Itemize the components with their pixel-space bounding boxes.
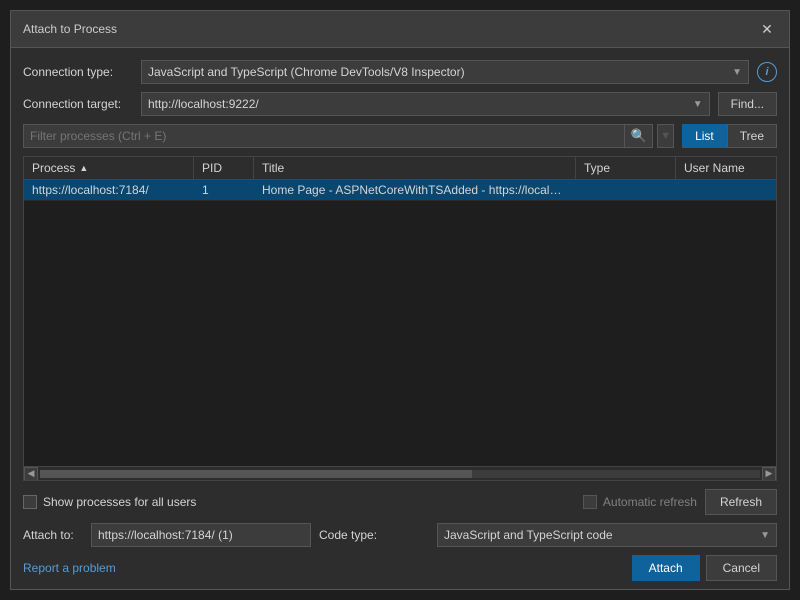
report-problem-link[interactable]: Report a problem — [23, 561, 116, 575]
cancel-button[interactable]: Cancel — [706, 555, 777, 581]
cell-title: Home Page - ASPNetCoreWithTSAdded - http… — [254, 180, 576, 200]
connection-type-value: JavaScript and TypeScript (Chrome DevToo… — [148, 65, 728, 79]
bottom-row3: Report a problem Attach Cancel — [23, 555, 777, 581]
cell-username — [676, 187, 776, 193]
view-toggle: List Tree — [682, 124, 777, 148]
auto-refresh-checkbox-label[interactable]: Automatic refresh — [583, 495, 697, 509]
info-icon[interactable]: i — [757, 62, 777, 82]
title-bar: Attach to Process ✕ — [11, 11, 789, 48]
tree-view-button[interactable]: Tree — [727, 124, 777, 148]
process-table: Process ▲ PID Title Type User Name — [23, 156, 777, 481]
column-header-process[interactable]: Process ▲ — [24, 157, 194, 179]
list-view-button[interactable]: List — [682, 124, 727, 148]
scroll-track[interactable] — [40, 470, 760, 478]
column-header-username[interactable]: User Name — [676, 157, 776, 179]
filter-dropdown-btn[interactable]: ▼ — [657, 124, 674, 148]
show-all-users-checkbox[interactable] — [23, 495, 37, 509]
connection-target-value: http://localhost:9222/ — [148, 97, 689, 111]
cell-process: https://localhost:7184/ — [24, 180, 194, 200]
code-type-value: JavaScript and TypeScript code — [444, 528, 613, 542]
connection-target-label: Connection target: — [23, 97, 133, 111]
sort-asc-icon: ▲ — [79, 163, 88, 173]
column-username-label: User Name — [684, 161, 745, 175]
column-pid-label: PID — [202, 161, 222, 175]
bottom-section: Show processes for all users Automatic r… — [11, 481, 789, 589]
column-header-type[interactable]: Type — [576, 157, 676, 179]
table-row[interactable]: https://localhost:7184/ 1 Home Page - AS… — [24, 180, 776, 201]
connection-target-combo[interactable]: http://localhost:9222/ ▼ — [141, 92, 710, 116]
chevron-down-icon-3: ▼ — [760, 530, 770, 541]
close-button[interactable]: ✕ — [757, 19, 777, 39]
auto-refresh-label: Automatic refresh — [603, 495, 697, 509]
search-icon[interactable]: 🔍 — [625, 124, 653, 148]
cell-type — [576, 187, 676, 193]
connection-type-label: Connection type: — [23, 65, 133, 79]
column-process-label: Process — [32, 161, 75, 175]
dialog-title: Attach to Process — [23, 22, 117, 36]
horizontal-scrollbar[interactable]: ◀ ▶ — [24, 466, 776, 480]
process-table-wrapper: Process ▲ PID Title Type User Name — [23, 156, 777, 481]
dialog-content: Connection type: JavaScript and TypeScri… — [11, 48, 789, 481]
attach-to-input[interactable] — [91, 523, 311, 547]
column-header-title[interactable]: Title — [254, 157, 576, 179]
bottom-row2: Attach to: Code type: JavaScript and Typ… — [23, 523, 777, 547]
cell-pid: 1 — [194, 180, 254, 200]
attach-to-label: Attach to: — [23, 528, 83, 542]
show-all-users-label: Show processes for all users — [43, 495, 196, 509]
attach-to-process-dialog: Attach to Process ✕ Connection type: Jav… — [10, 10, 790, 590]
filter-input[interactable] — [23, 124, 625, 148]
auto-refresh-checkbox[interactable] — [583, 495, 597, 509]
action-buttons: Attach Cancel — [632, 555, 777, 581]
scroll-thumb[interactable] — [40, 470, 472, 478]
column-type-label: Type — [584, 161, 610, 175]
connection-type-combo[interactable]: JavaScript and TypeScript (Chrome DevToo… — [141, 60, 749, 84]
scroll-left-arrow[interactable]: ◀ — [24, 467, 38, 481]
column-header-pid[interactable]: PID — [194, 157, 254, 179]
connection-type-row: Connection type: JavaScript and TypeScri… — [23, 60, 777, 84]
chevron-down-icon: ▼ — [732, 67, 742, 78]
column-title-label: Title — [262, 161, 284, 175]
code-type-select[interactable]: JavaScript and TypeScript code ▼ — [437, 523, 777, 547]
connection-target-row: Connection target: http://localhost:9222… — [23, 92, 777, 116]
table-body: https://localhost:7184/ 1 Home Page - AS… — [24, 180, 776, 466]
attach-button[interactable]: Attach — [632, 555, 700, 581]
refresh-button[interactable]: Refresh — [705, 489, 777, 515]
show-all-users-checkbox-label[interactable]: Show processes for all users — [23, 495, 196, 509]
table-header: Process ▲ PID Title Type User Name — [24, 157, 776, 180]
code-type-label: Code type: — [319, 528, 429, 542]
filter-row: 🔍 ▼ — [23, 124, 674, 148]
bottom-row1: Show processes for all users Automatic r… — [23, 489, 777, 515]
chevron-down-icon-2: ▼ — [693, 99, 703, 110]
find-button[interactable]: Find... — [718, 92, 777, 116]
filter-view-row: 🔍 ▼ List Tree — [23, 124, 777, 148]
scroll-right-arrow[interactable]: ▶ — [762, 467, 776, 481]
